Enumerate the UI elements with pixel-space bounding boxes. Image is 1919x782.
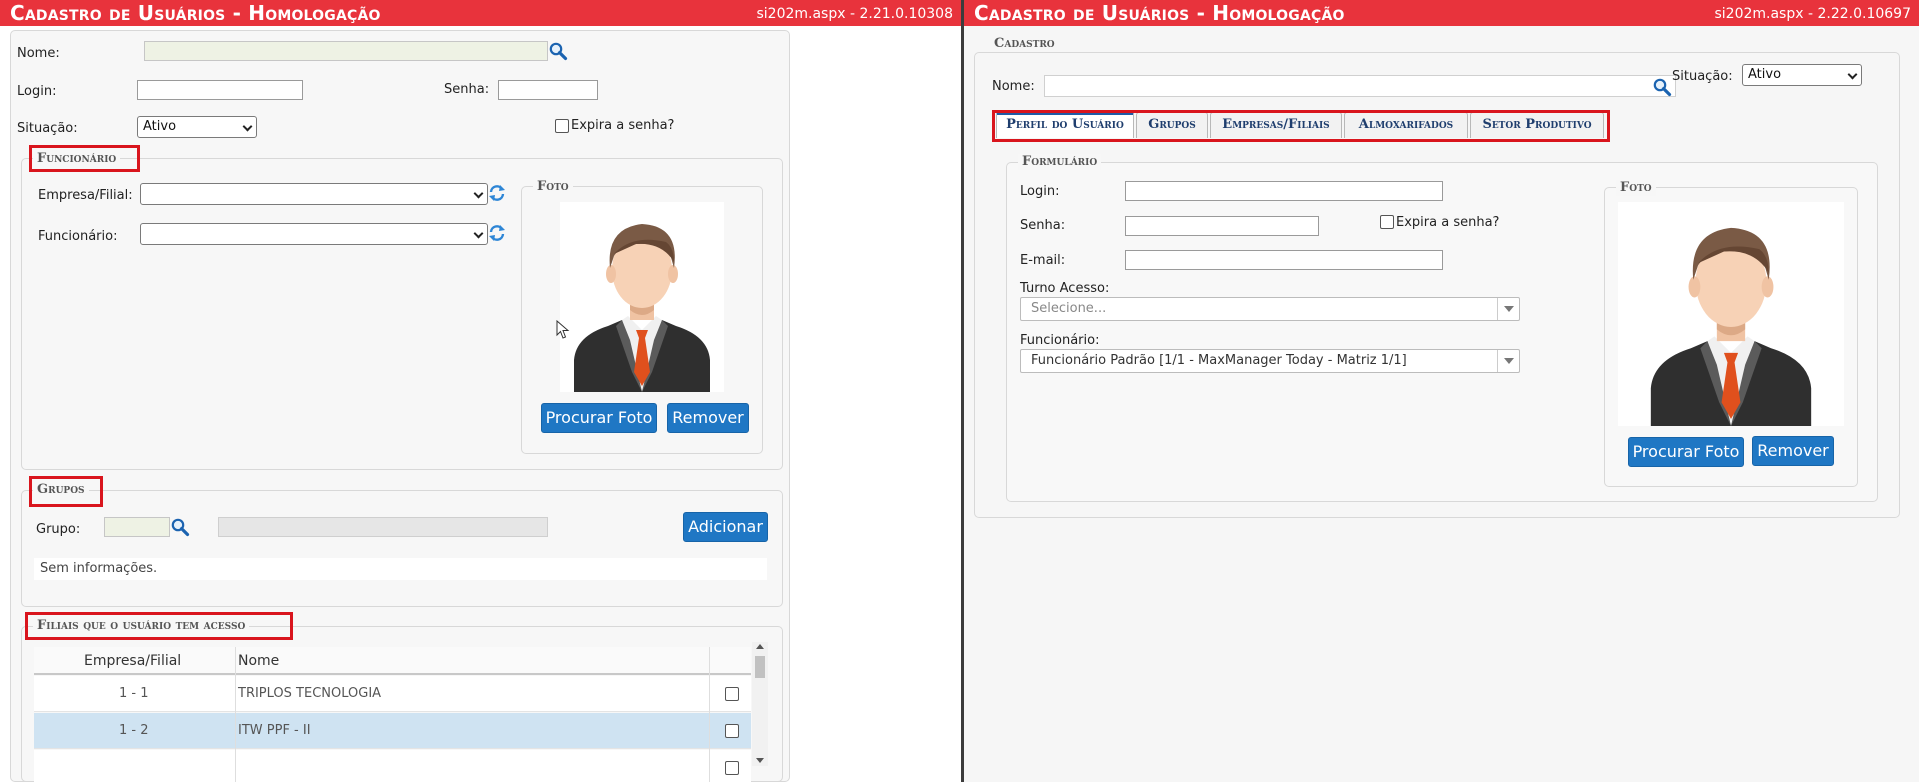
funcionario-value: Funcionário Padrão [1/1 - MaxManager Tod… [1031, 353, 1407, 368]
avatar-icon [560, 202, 724, 392]
expira-checkbox[interactable] [1380, 215, 1394, 229]
situacao-value: Ativo [143, 119, 177, 134]
page-title: Cadastro de Usuários - Homologação [10, 1, 381, 25]
column-divider [709, 647, 710, 782]
grid-header: Empresa/Filial Nome [34, 647, 751, 675]
grupos-fieldset [21, 490, 783, 607]
foto-legend: Foto [1616, 180, 1656, 196]
chevron-down-icon [473, 228, 484, 239]
procurar-foto-button[interactable]: Procurar Foto [541, 403, 657, 433]
turno-label: Turno Acesso: [1020, 281, 1110, 296]
chevron-down-icon[interactable] [1497, 298, 1519, 320]
scroll-up-arrow[interactable] [756, 644, 764, 649]
expira-checkbox[interactable] [555, 119, 569, 133]
situacao-label: Situação: [17, 121, 78, 136]
empresa-select[interactable] [140, 183, 488, 205]
situacao-label: Situação: [1672, 69, 1733, 84]
column-header[interactable]: Nome [238, 647, 279, 675]
version-text: si202m.aspx - 2.22.0.10697 [1714, 6, 1911, 22]
highlight-box [25, 612, 293, 640]
search-icon[interactable] [548, 41, 568, 61]
login-label: Login: [17, 84, 57, 99]
highlight-box [29, 145, 140, 172]
chevron-down-icon [1847, 69, 1858, 80]
senha-input[interactable] [1125, 216, 1319, 236]
table-row[interactable] [34, 750, 751, 782]
expira-label: Expira a senha? [571, 118, 675, 133]
table-row[interactable]: 1 - 2 ITW PPF - II [34, 713, 751, 749]
foto-legend: Foto [533, 179, 573, 195]
right-panel: Cadastro de Usuários - Homologação si202… [964, 0, 1919, 782]
page-title: Cadastro de Usuários - Homologação [974, 1, 1345, 25]
empresa-cell: 1 - 2 [119, 723, 149, 738]
row-checkbox[interactable] [725, 724, 739, 738]
empresa-label: Empresa/Filial: [38, 188, 133, 203]
turno-combo[interactable]: Selecione... [1020, 297, 1520, 321]
avatar-icon [1618, 202, 1844, 426]
grupo-label: Grupo: [36, 522, 81, 537]
nome-input[interactable] [144, 41, 548, 61]
turno-placeholder: Selecione... [1031, 301, 1107, 316]
search-icon[interactable] [1652, 77, 1672, 97]
login-input[interactable] [1125, 181, 1443, 201]
procurar-foto-button[interactable]: Procurar Foto [1628, 437, 1744, 467]
highlight-box [992, 110, 1610, 142]
remover-button[interactable]: Remover [1752, 436, 1834, 466]
situacao-select[interactable]: Ativo [1742, 64, 1862, 86]
scrollbar[interactable] [752, 642, 768, 766]
nome-input[interactable] [1044, 75, 1676, 97]
refresh-icon[interactable] [488, 223, 506, 243]
scroll-down-arrow[interactable] [756, 758, 764, 763]
email-input[interactable] [1125, 250, 1443, 270]
funcionario-select[interactable] [140, 223, 488, 245]
chevron-down-icon [473, 188, 484, 199]
funcionario-label: Funcionário: [1020, 333, 1100, 348]
title-bar: Cadastro de Usuários - Homologação si202… [964, 0, 1919, 26]
highlight-box [29, 476, 103, 507]
situacao-select[interactable]: Ativo [137, 116, 257, 138]
cadastro-legend: Cadastro [990, 36, 1059, 52]
senha-label: Senha: [1020, 218, 1066, 233]
empresa-cell: 1 - 1 [119, 686, 149, 701]
grupo-description [218, 517, 548, 537]
senha-input[interactable] [498, 80, 598, 100]
login-input[interactable] [137, 80, 303, 100]
adicionar-button[interactable]: Adicionar [683, 512, 768, 542]
senha-label: Senha: [444, 82, 490, 97]
grupo-input[interactable] [104, 517, 170, 537]
funcionario-combo[interactable]: Funcionário Padrão [1/1 - MaxManager Tod… [1020, 349, 1520, 373]
chevron-down-icon[interactable] [1497, 350, 1519, 372]
column-header[interactable]: Empresa/Filial [84, 647, 181, 675]
scroll-thumb[interactable] [755, 656, 765, 678]
version-text: si202m.aspx - 2.21.0.10308 [756, 6, 953, 22]
table-row[interactable]: 1 - 1 TRIPLOS TECNOLOGIA [34, 676, 751, 712]
situacao-value: Ativo [1748, 67, 1782, 82]
left-panel: Cadastro de Usuários - Homologação si202… [0, 0, 961, 782]
mouse-cursor-icon [556, 320, 570, 339]
remover-button[interactable]: Remover [667, 403, 749, 433]
chevron-down-icon [242, 121, 253, 132]
refresh-icon[interactable] [488, 183, 506, 203]
funcionario-label: Funcionário: [38, 229, 118, 244]
email-label: E-mail: [1020, 253, 1066, 268]
column-divider [235, 647, 236, 782]
nome-cell: TRIPLOS TECNOLOGIA [238, 686, 382, 701]
formulario-legend: Formulário [1018, 154, 1102, 170]
row-checkbox[interactable] [725, 761, 739, 775]
grupos-empty-panel: Sem informações. [34, 558, 767, 580]
empty-text: Sem informações. [40, 561, 158, 576]
login-label: Login: [1020, 184, 1060, 199]
nome-label: Nome: [17, 46, 60, 61]
nome-cell: ITW PPF - II [238, 723, 311, 738]
search-icon[interactable] [170, 517, 190, 537]
nome-label: Nome: [992, 79, 1035, 94]
row-checkbox[interactable] [725, 687, 739, 701]
title-bar: Cadastro de Usuários - Homologação si202… [0, 0, 961, 26]
expira-label: Expira a senha? [1396, 215, 1500, 230]
